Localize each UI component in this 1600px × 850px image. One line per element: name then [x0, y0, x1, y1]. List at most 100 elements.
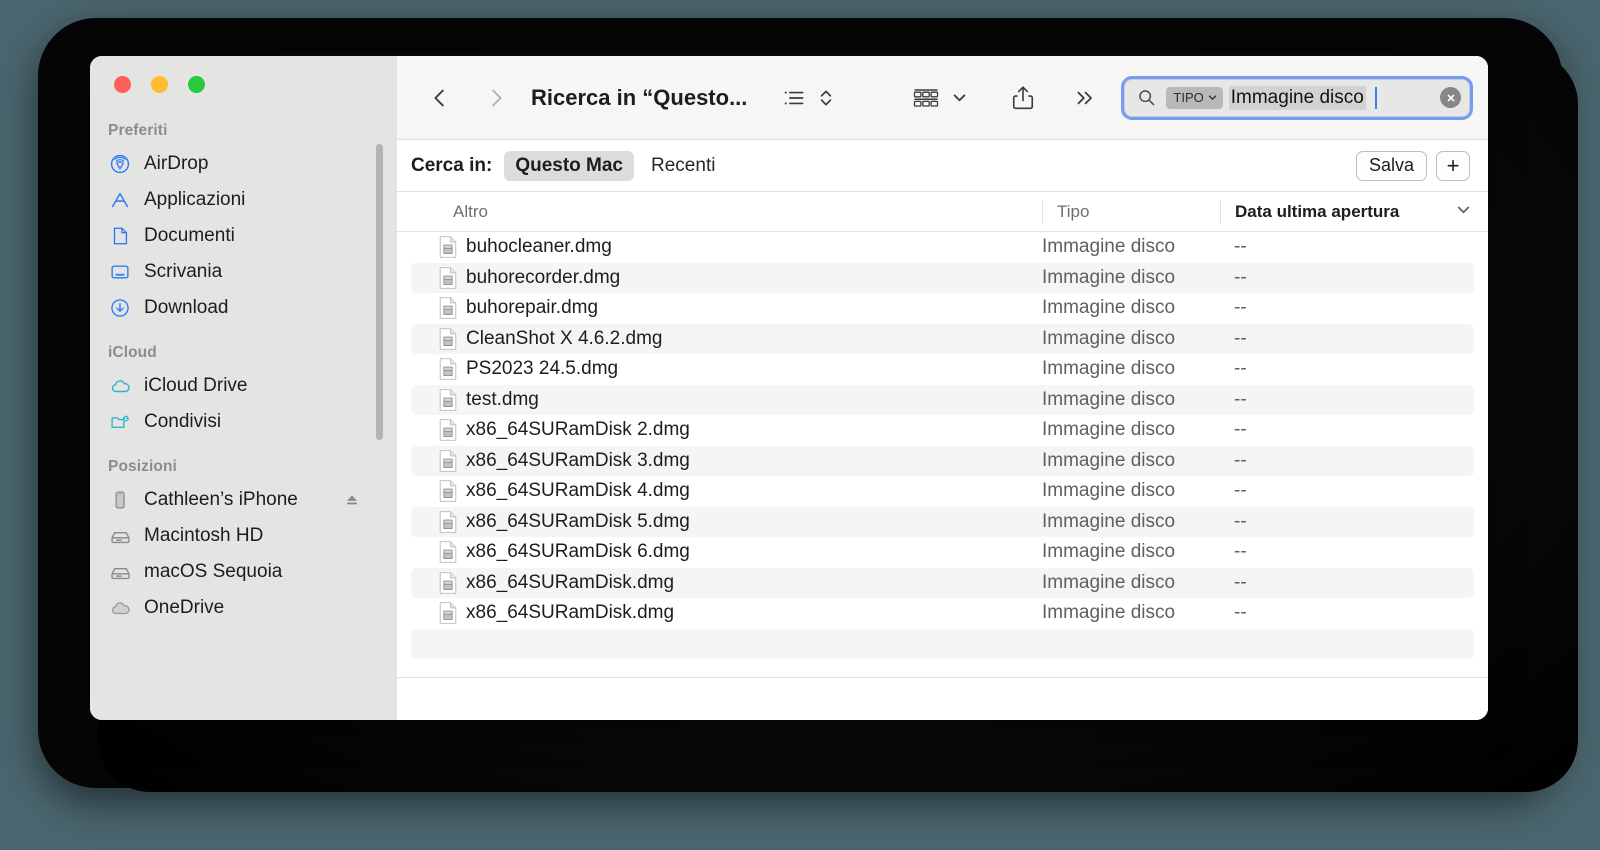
close-button[interactable]	[114, 75, 131, 93]
sidebar-scrollbar[interactable]	[376, 144, 383, 440]
search-field[interactable]: TIPO Immagine disco	[1124, 78, 1470, 117]
table-row[interactable]: CleanShot X 4.6.2.dmg Immagine disco --	[411, 323, 1474, 354]
table-row[interactable]: test.dmg Immagine disco --	[411, 384, 1474, 415]
sidebar-section-preferiti: Preferiti	[108, 122, 168, 139]
sidebar-item-applicazioni[interactable]: Applicazioni	[90, 182, 397, 218]
file-type-cell: Immagine disco	[1042, 480, 1176, 502]
scope-actions: Salva +	[1355, 150, 1470, 181]
sidebar: Preferiti AirDrop Applicazioni Documenti…	[90, 56, 397, 720]
dmg-file-icon	[439, 419, 457, 441]
sidebar-item-icloud-drive[interactable]: iCloud Drive	[90, 368, 397, 404]
file-type-cell: Immagine disco	[1042, 236, 1176, 258]
scope-label: Cerca in:	[411, 154, 493, 176]
dmg-file-icon	[439, 572, 457, 594]
dmg-file-icon	[439, 267, 457, 289]
file-last-opened-cell: --	[1234, 602, 1247, 624]
sidebar-item-cathleens-iphone[interactable]: Cathleen’s iPhone	[90, 482, 397, 518]
arrange-controls	[911, 78, 968, 118]
sidebar-item-condivisi[interactable]: Condivisi	[90, 404, 397, 440]
cloud-icon	[108, 374, 132, 398]
table-row[interactable]: x86_64SURamDisk 6.dmg Immagine disco --	[411, 537, 1474, 568]
sidebar-item-label: Cathleen’s iPhone	[144, 489, 298, 510]
file-last-opened-cell: --	[1234, 388, 1247, 410]
dmg-file-icon	[439, 541, 457, 563]
file-type-cell: Immagine disco	[1042, 510, 1176, 532]
view-mode-controls	[781, 78, 835, 118]
file-name-label: x86_64SURamDisk 6.dmg	[466, 541, 690, 563]
file-name-cell: test.dmg	[411, 389, 1042, 411]
desktop-icon	[108, 260, 132, 284]
table-row[interactable]: x86_64SURamDisk 5.dmg Immagine disco --	[411, 506, 1474, 537]
column-header-altro[interactable]: Altro	[397, 202, 1042, 222]
sidebar-item-scrivania[interactable]: Scrivania	[90, 254, 397, 290]
sidebar-item-macintosh-hd[interactable]: Macintosh HD	[90, 518, 397, 554]
dmg-file-icon	[439, 328, 457, 350]
sidebar-section-icloud: iCloud	[108, 344, 157, 361]
sidebar-item-label: Condivisi	[144, 411, 222, 432]
chevron-up-down-icon[interactable]	[817, 78, 835, 118]
eject-icon[interactable]	[343, 491, 361, 509]
finder-window: Preferiti AirDrop Applicazioni Documenti…	[90, 56, 1488, 720]
add-criteria-button[interactable]: +	[1436, 150, 1470, 181]
group-by-icon[interactable]	[911, 78, 941, 118]
table-row[interactable]: x86_64SURamDisk.dmg Immagine disco --	[411, 567, 1474, 598]
iphone-icon	[108, 488, 132, 512]
table-row[interactable]: x86_64SURamDisk 3.dmg Immagine disco --	[411, 445, 1474, 476]
search-input[interactable]: Immagine disco	[1228, 85, 1440, 110]
table-row[interactable]: buhocleaner.dmg Immagine disco --	[411, 232, 1474, 263]
forward-button[interactable]	[475, 77, 517, 119]
list-view-icon[interactable]	[781, 78, 807, 118]
table-row[interactable]: x86_64SURamDisk.dmg Immagine disco --	[411, 598, 1474, 629]
traffic-lights	[90, 56, 397, 112]
share-icon[interactable]	[1010, 78, 1036, 118]
file-last-opened-cell: --	[1234, 266, 1247, 288]
back-button[interactable]	[419, 77, 461, 119]
toolbar: Ricerca in “Questo... TIPO Immagine disc…	[397, 56, 1488, 140]
table-row[interactable]: buhorecorder.dmg Immagine disco --	[411, 262, 1474, 293]
search-token-tipo[interactable]: TIPO	[1166, 86, 1223, 109]
documents-icon	[108, 224, 132, 248]
sidebar-item-label: macOS Sequoia	[144, 561, 283, 582]
scope-tab-questo-mac[interactable]: Questo Mac	[504, 150, 635, 181]
file-name-label: x86_64SURamDisk 3.dmg	[466, 449, 690, 471]
file-name-cell: x86_64SURamDisk 6.dmg	[411, 541, 1042, 563]
zoom-button[interactable]	[188, 75, 205, 93]
dmg-file-icon	[439, 450, 457, 472]
sidebar-item-label: Scrivania	[144, 261, 223, 282]
column-header-tipo[interactable]: Tipo	[1042, 200, 1220, 223]
table-row[interactable]	[411, 628, 1474, 659]
save-button[interactable]: Salva	[1355, 150, 1427, 181]
chevron-down-icon[interactable]	[1455, 201, 1472, 223]
sidebar-item-onedrive[interactable]: OneDrive	[90, 590, 397, 626]
minimize-button[interactable]	[151, 75, 168, 93]
file-type-cell: Immagine disco	[1042, 388, 1176, 410]
sidebar-item-label: Download	[144, 297, 229, 318]
sidebar-item-airdrop[interactable]: AirDrop	[90, 146, 397, 182]
table-row[interactable]: x86_64SURamDisk 2.dmg Immagine disco --	[411, 415, 1474, 446]
scope-tab-recenti[interactable]: Recenti	[640, 151, 726, 181]
file-last-opened-cell: --	[1234, 297, 1247, 319]
file-name-label: buhocleaner.dmg	[466, 236, 612, 258]
chevron-down-icon[interactable]	[951, 78, 968, 118]
column-header-data-ultima-apertura[interactable]: Data ultima apertura	[1220, 200, 1488, 223]
file-list[interactable]: buhocleaner.dmg Immagine disco -- buhorecor…	[397, 232, 1488, 668]
list-footer-space	[397, 678, 1488, 720]
file-name-label: x86_64SURamDisk 4.dmg	[466, 480, 690, 502]
sidebar-item-label: OneDrive	[144, 597, 225, 618]
more-options-icon[interactable]	[1072, 78, 1098, 118]
sidebar-item-download[interactable]: Download	[90, 290, 397, 326]
table-row[interactable]: buhorepair.dmg Immagine disco --	[411, 293, 1474, 324]
sidebar-item-macos-sequoia[interactable]: macOS Sequoia	[90, 554, 397, 590]
harddisk-icon	[108, 524, 132, 548]
table-row[interactable]: PS2023 24.5.dmg Immagine disco --	[411, 354, 1474, 385]
file-type-cell: Immagine disco	[1042, 266, 1176, 288]
file-name-label: x86_64SURamDisk.dmg	[466, 602, 675, 624]
sidebar-item-documenti[interactable]: Documenti	[90, 218, 397, 254]
file-last-opened-cell: --	[1234, 419, 1247, 441]
file-name-label: x86_64SURamDisk.dmg	[466, 571, 675, 593]
file-type-cell: Immagine disco	[1042, 358, 1176, 380]
clear-search-icon[interactable]	[1440, 87, 1461, 108]
table-row[interactable]: x86_64SURamDisk 4.dmg Immagine disco --	[411, 476, 1474, 507]
file-name-cell: buhocleaner.dmg	[411, 236, 1042, 258]
dmg-file-icon	[439, 297, 457, 319]
